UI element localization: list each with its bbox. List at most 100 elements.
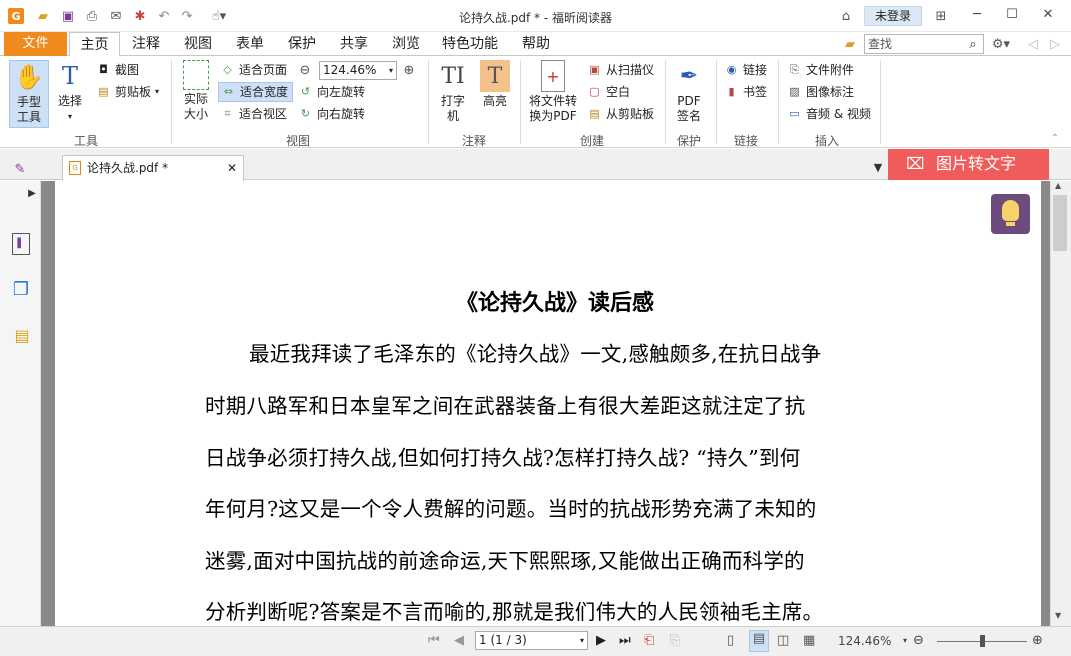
zoom-out-icon[interactable]: ⊖ <box>297 62 313 78</box>
ribbon-divider <box>428 60 429 144</box>
image-to-text-button[interactable]: ⌧ 图片转文字 <box>888 149 1049 180</box>
search-icon[interactable]: ⌕ <box>965 36 981 52</box>
tab-form[interactable]: 表单 <box>228 32 272 56</box>
tab-protect[interactable]: 保护 <box>280 32 324 56</box>
actual-size-button[interactable]: 实际大小 <box>178 60 214 122</box>
prev-page-icon[interactable]: ◀ <box>454 633 464 648</box>
fit-page-button[interactable]: ◇ 适合页面 <box>220 60 287 80</box>
layout-grid-icon[interactable]: ⊞ <box>933 8 949 24</box>
skin-icon[interactable]: ⌂ <box>838 8 854 24</box>
rotate-left-label: 向左旋转 <box>317 85 366 99</box>
highlight-button[interactable]: T 高亮 <box>478 60 512 109</box>
document-tab[interactable]: G 论持久战.pdf * ✕ <box>62 155 244 181</box>
tab-help[interactable]: 帮助 <box>514 32 558 56</box>
settings-icon[interactable]: ⚙▾ <box>988 36 1014 52</box>
tab-browse[interactable]: 浏览 <box>384 32 428 56</box>
text-line: 最近我拜读了毛泽东的《论持久战》一文,感触颇多,在抗日战争 <box>249 342 822 366</box>
film-icon: ▭ <box>789 107 800 120</box>
find-folder-icon[interactable]: ▰ <box>842 36 858 52</box>
maximize-icon[interactable]: ☐ <box>999 5 1025 25</box>
zoom-out-icon[interactable]: ⊖ <box>913 633 924 648</box>
zoom-select[interactable]: 124.46% ▾ <box>319 61 397 80</box>
tab-panel-icon[interactable]: ✎ <box>12 161 28 177</box>
audio-video-label: 音频 & 视频 <box>806 107 871 121</box>
screenshot-label: 截图 <box>115 63 140 77</box>
vertical-scrollbar[interactable]: ▲ ▼ <box>1050 181 1071 626</box>
title-bar: G ▰ ▣ ⎙ ✉ ✱ ↶ ↷ ☝▾ 论持久战.pdf * - 福昕阅读器 ⌂ … <box>0 0 1071 32</box>
rotate-left-button[interactable]: ↺ 向左旋转 <box>298 82 365 102</box>
fit-visible-label: 适合视区 <box>239 107 288 121</box>
scroll-up-arrow-icon[interactable]: ▲ <box>1055 181 1061 190</box>
zoom-in-icon[interactable]: ⊕ <box>1032 633 1043 648</box>
collapse-ribbon-icon[interactable]: ⌃ <box>1047 130 1063 146</box>
comments-panel-icon[interactable]: ▤ <box>12 325 32 345</box>
rotate-right-button[interactable]: ↻ 向右旋转 <box>298 104 365 124</box>
document-tab-label: 论持久战.pdf * <box>87 161 169 175</box>
fit-visible-button[interactable]: ⌗ 适合视区 <box>220 104 287 124</box>
tab-list-dropdown-icon[interactable]: ▼ <box>870 159 886 175</box>
actual-size-label: 实际大小 <box>183 92 208 121</box>
typewriter-button[interactable]: TI 打字机 <box>437 60 469 124</box>
text-line: 分析判断呢?答案是不言而喻的,那就是我们伟大的人民领袖毛主席。 <box>205 600 824 624</box>
rotate-right-icon: ↻ <box>300 107 311 120</box>
zoom-dropdown-icon[interactable]: ▾ <box>903 636 907 645</box>
next-view-icon[interactable]: ⎘ <box>670 633 680 648</box>
previous-view-icon[interactable]: ⎗ <box>644 633 654 648</box>
login-button[interactable]: 未登录 <box>864 6 922 26</box>
continuous-page-icon[interactable]: ▤ <box>749 630 769 652</box>
last-page-icon[interactable]: ⏭ <box>619 633 631 648</box>
hand-tool-button[interactable]: ✋ 手型工具 <box>9 60 49 128</box>
zoom-dropdown-icon: ▾ <box>388 66 393 75</box>
page-selector-value: 1 (1 / 3) <box>479 633 527 647</box>
next-arrow-icon[interactable]: ▷ <box>1047 36 1063 52</box>
scroll-down-arrow-icon[interactable]: ▼ <box>1055 611 1061 620</box>
status-zoom-value[interactable]: 124.46% <box>838 634 891 648</box>
link-label: 链接 <box>743 63 768 77</box>
rotate-left-icon: ↺ <box>300 85 311 98</box>
zoom-in-icon[interactable]: ⊕ <box>401 62 417 78</box>
zoom-slider-handle[interactable] <box>980 635 985 647</box>
from-clipboard-button[interactable]: ▤ 从剪贴板 <box>587 104 654 124</box>
tab-features[interactable]: 特色功能 <box>437 32 503 56</box>
tips-button[interactable] <box>991 194 1030 234</box>
pdf-page[interactable]: 《论持久战》读后感 最近我拜读了毛泽东的《论持久战》一文,感触颇多,在抗日战争 … <box>55 181 1041 626</box>
facing-page-icon[interactable]: ◫ <box>777 633 789 648</box>
tab-share[interactable]: 共享 <box>332 32 376 56</box>
layers-panel-icon[interactable]: ❐ <box>12 279 30 300</box>
pdf-sign-button[interactable]: ✒ PDF签名 <box>672 60 706 124</box>
prev-arrow-icon[interactable]: ◁ <box>1025 36 1041 52</box>
screenshot-button[interactable]: ◘ 截图 <box>96 60 139 80</box>
continuous-facing-icon[interactable]: ▦ <box>803 633 815 648</box>
convert-to-pdf-button[interactable]: + 将文件转换为PDF <box>526 60 580 124</box>
bookmark-button[interactable]: ▮ 书签 <box>724 82 767 102</box>
blank-button[interactable]: ▢ 空白 <box>587 82 630 102</box>
close-icon[interactable]: ✕ <box>1035 5 1061 25</box>
hand-tool-label: 手型工具 <box>16 95 41 124</box>
select-tool-button[interactable]: T 选择 ▾ <box>52 60 88 124</box>
from-scanner-button[interactable]: ▣ 从扫描仪 <box>587 60 654 80</box>
expand-panel-icon[interactable]: ▶ <box>24 185 40 201</box>
text-line: 时期八路军和日本皇军之间在武器装备上有很大差距这就注定了抗 <box>205 394 806 418</box>
file-menu[interactable]: 文件 <box>4 32 67 56</box>
first-page-icon[interactable]: ⏮ <box>428 633 440 648</box>
audio-video-button[interactable]: ▭ 音频 & 视频 <box>787 104 871 124</box>
page-selector[interactable]: 1 (1 / 3) ▾ <box>475 631 588 650</box>
scrollbar-thumb[interactable] <box>1053 195 1067 251</box>
minimize-icon[interactable]: ─ <box>964 5 990 25</box>
tab-comment[interactable]: 注释 <box>124 32 168 56</box>
fit-width-button[interactable]: ⇔ 适合宽度 <box>218 82 294 102</box>
tab-home[interactable]: 主页 <box>69 32 120 57</box>
file-attachment-button[interactable]: ⎘ 文件附件 <box>787 60 854 80</box>
document-title: 《论持久战》读后感 <box>455 290 654 316</box>
pages-panel-icon[interactable]: ▌ <box>12 233 30 255</box>
link-button[interactable]: ◉ 链接 <box>724 60 767 80</box>
image-annotation-button[interactable]: ▨ 图像标注 <box>787 82 854 102</box>
single-page-icon[interactable]: ▯ <box>727 633 734 648</box>
tab-view[interactable]: 视图 <box>176 32 220 56</box>
clipboard-page-icon: ▤ <box>589 107 600 120</box>
clipboard-button[interactable]: ▤ 剪贴板 ▾ <box>96 82 159 102</box>
next-page-icon[interactable]: ▶ <box>596 633 606 648</box>
close-tab-icon[interactable]: ✕ <box>227 156 237 180</box>
lightbulb-icon <box>1002 200 1019 221</box>
group-label-insert: 插入 <box>814 134 839 148</box>
